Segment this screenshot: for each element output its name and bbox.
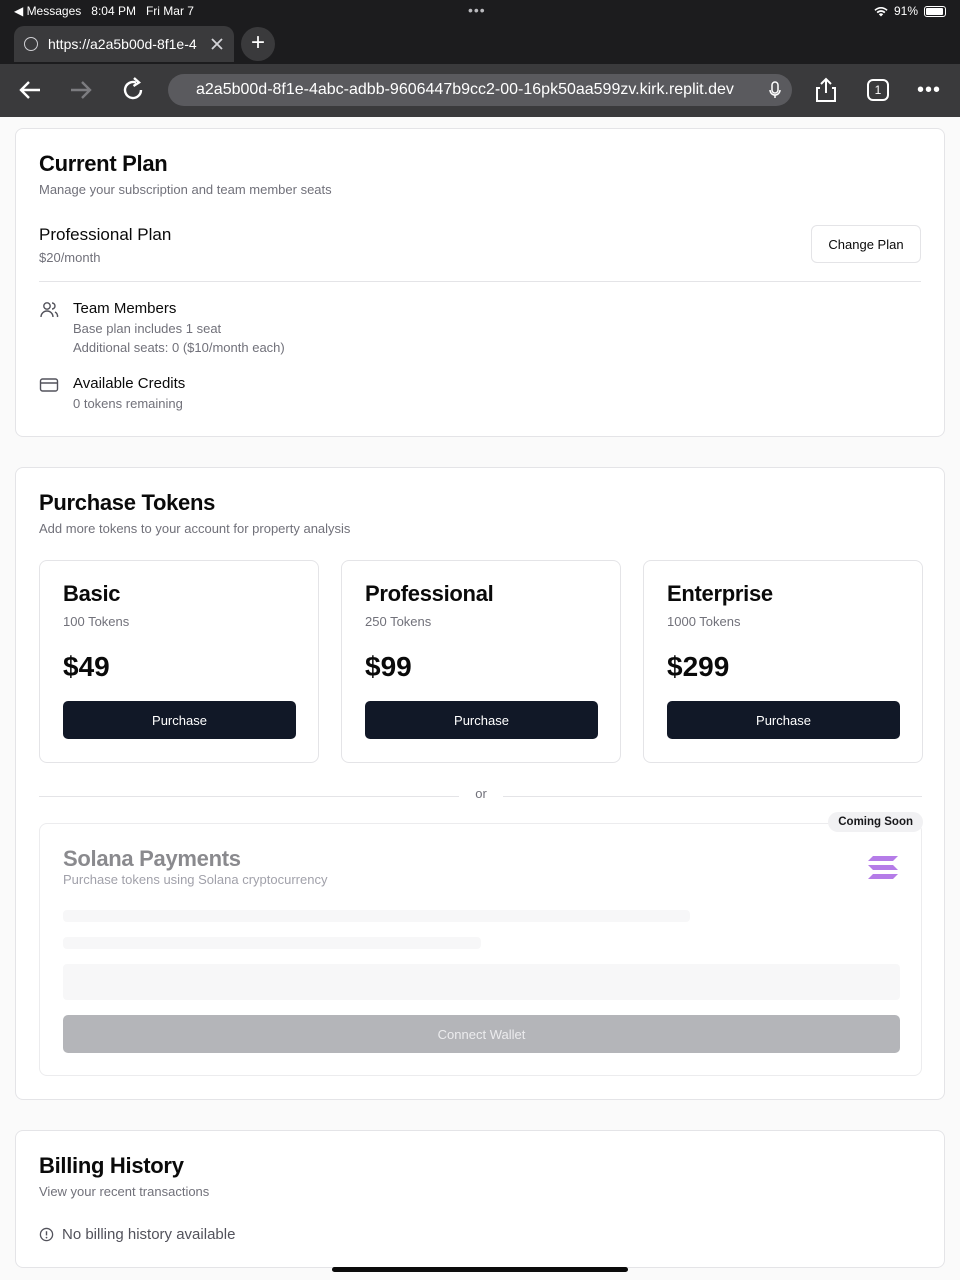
- tier-card-basic: Basic 100 Tokens $49 Purchase: [39, 560, 319, 763]
- status-date: Fri Mar 7: [145, 4, 194, 18]
- empty-billing-text: No billing history available: [62, 1226, 236, 1243]
- separator-line-right: [503, 796, 922, 797]
- battery-percent: 91%: [893, 4, 918, 18]
- current-plan-subtitle: Manage your subscription and team member…: [39, 182, 332, 197]
- solana-payments-card: Coming Soon Solana Payments Purchase tok…: [39, 812, 923, 1076]
- microphone-icon[interactable]: [768, 74, 782, 106]
- divider: [39, 281, 921, 282]
- solana-title: Solana Payments: [63, 846, 241, 871]
- coming-soon-badge: Coming Soon: [828, 812, 923, 832]
- billing-history-card: Billing History View your recent transac…: [15, 1130, 945, 1268]
- solana-subtitle: Purchase tokens using Solana cryptocurre…: [63, 872, 328, 887]
- share-icon[interactable]: [812, 76, 840, 104]
- info-circle-icon: [39, 1227, 54, 1242]
- available-credits-title: Available Credits: [73, 375, 186, 392]
- forward-arrow-icon[interactable]: [65, 74, 97, 106]
- users-icon: [40, 302, 59, 318]
- purchase-tokens-subtitle: Add more tokens to your account for prop…: [39, 521, 351, 536]
- connect-wallet-button[interactable]: Connect Wallet: [63, 1015, 900, 1053]
- tier-tokens: 100 Tokens: [63, 614, 130, 629]
- multitasking-dots[interactable]: •••: [468, 2, 486, 18]
- current-plan-card: Current Plan Manage your subscription an…: [15, 128, 945, 437]
- back-to-app-link[interactable]: ◀ Messages: [14, 4, 81, 18]
- skeleton-line: [63, 937, 481, 949]
- plan-name: Professional Plan: [39, 225, 172, 244]
- tab-switcher-button[interactable]: 1: [864, 76, 892, 104]
- tier-tokens: 1000 Tokens: [667, 614, 741, 629]
- new-tab-button[interactable]: +: [241, 27, 275, 61]
- skeleton-line: [63, 910, 690, 922]
- purchase-tokens-title: Purchase Tokens: [39, 490, 216, 515]
- tier-price: $99: [365, 651, 412, 682]
- team-base-seat: Base plan includes 1 seat: [73, 321, 222, 336]
- more-menu-icon[interactable]: •••: [915, 76, 943, 104]
- close-tab-icon[interactable]: [210, 37, 224, 51]
- billing-history-title: Billing History: [39, 1153, 184, 1178]
- billing-history-subtitle: View your recent transactions: [39, 1184, 210, 1199]
- change-plan-button[interactable]: Change Plan: [811, 225, 921, 263]
- url-text: a2a5b00d-8f1e-4abc-adbb-9606447b9cc2-00-…: [196, 81, 734, 98]
- tokens-remaining: 0 tokens remaining: [73, 396, 183, 411]
- solana-logo-icon: [868, 856, 898, 879]
- status-bar: ◀ Messages 8:04 PM Fri Mar 7 ••• 91%: [0, 0, 960, 22]
- back-arrow-icon[interactable]: [14, 74, 46, 106]
- browser-tab[interactable]: https://a2a5b00d-8f1e-4: [14, 26, 234, 62]
- team-additional-seats: Additional seats: 0 ($10/month each): [73, 340, 285, 355]
- browser-toolbar: a2a5b00d-8f1e-4abc-adbb-9606447b9cc2-00-…: [0, 64, 960, 117]
- tier-price: $299: [667, 651, 730, 682]
- home-indicator[interactable]: [332, 1267, 628, 1272]
- tier-card-professional: Professional 250 Tokens $99 Purchase: [341, 560, 621, 763]
- empty-billing-message: No billing history available: [39, 1226, 235, 1243]
- current-plan-title: Current Plan: [39, 151, 168, 176]
- page-content: Current Plan Manage your subscription an…: [0, 117, 960, 1280]
- tab-count: 1: [867, 79, 889, 101]
- purchase-professional-button[interactable]: Purchase: [365, 701, 598, 739]
- address-bar[interactable]: a2a5b00d-8f1e-4abc-adbb-9606447b9cc2-00-…: [168, 74, 792, 106]
- globe-icon: [24, 37, 38, 51]
- tier-card-enterprise: Enterprise 1000 Tokens $299 Purchase: [643, 560, 923, 763]
- tier-price: $49: [63, 651, 110, 682]
- or-separator: or: [39, 786, 922, 806]
- plan-price: $20/month: [39, 250, 101, 265]
- separator-line-left: [39, 796, 459, 797]
- tier-name: Professional: [365, 581, 494, 606]
- tier-name: Enterprise: [667, 581, 773, 606]
- reload-icon[interactable]: [117, 74, 149, 106]
- status-time: 8:04 PM: [91, 4, 136, 18]
- or-text: or: [475, 786, 487, 801]
- browser-tab-bar: https://a2a5b00d-8f1e-4 +: [0, 22, 960, 64]
- tier-name: Basic: [63, 581, 121, 606]
- skeleton-block: [63, 964, 900, 1000]
- wifi-icon: [874, 6, 888, 16]
- tab-title: https://a2a5b00d-8f1e-4: [48, 36, 197, 52]
- tier-tokens: 250 Tokens: [365, 614, 432, 629]
- purchase-basic-button[interactable]: Purchase: [63, 701, 296, 739]
- team-members-title: Team Members: [73, 300, 177, 317]
- battery-icon: [924, 5, 946, 17]
- credit-card-icon: [39, 378, 59, 392]
- purchase-tokens-card: Purchase Tokens Add more tokens to your …: [15, 467, 945, 1100]
- purchase-enterprise-button[interactable]: Purchase: [667, 701, 900, 739]
